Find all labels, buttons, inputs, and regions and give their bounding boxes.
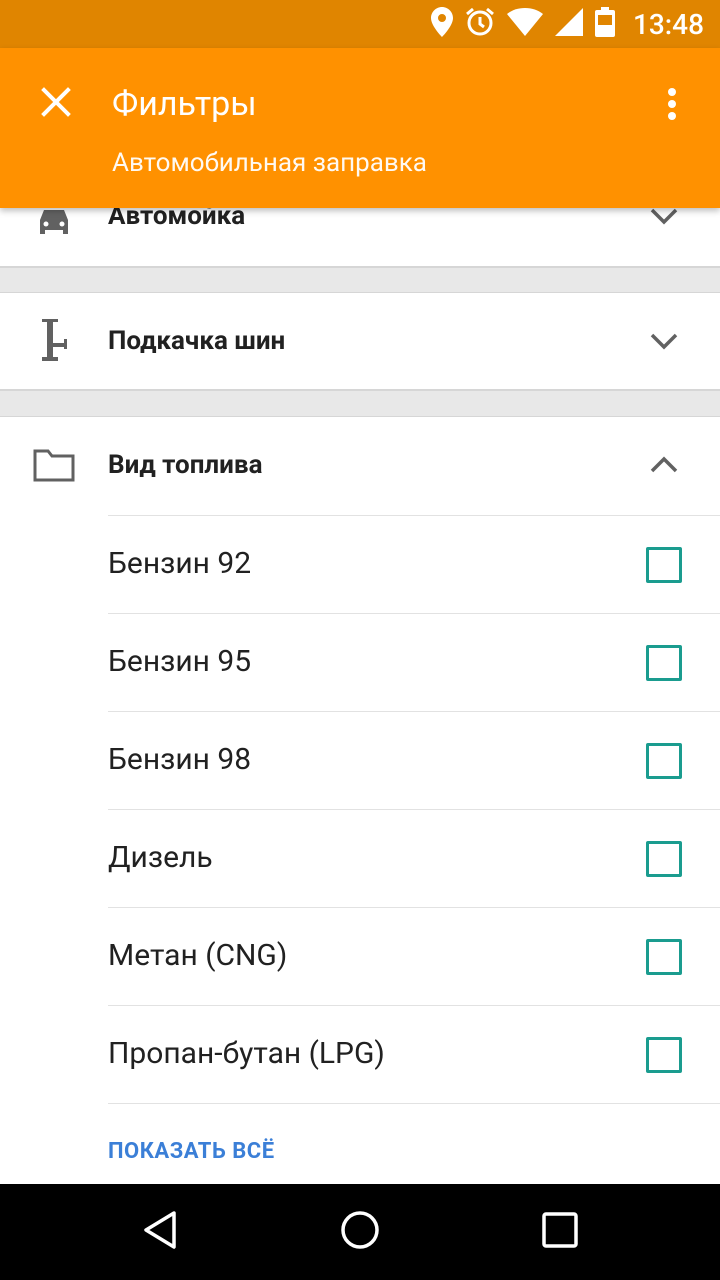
recents-button[interactable] <box>528 1200 592 1264</box>
fuel-option-label: Дизель <box>108 840 213 875</box>
tire-pump-icon <box>30 313 78 369</box>
back-button[interactable] <box>128 1200 192 1264</box>
back-triangle-icon <box>142 1210 178 1254</box>
location-icon <box>430 7 453 41</box>
fuel-option-checkbox[interactable] <box>646 743 682 779</box>
filter-header-tire-pump[interactable]: Подкачка шин <box>0 293 720 389</box>
system-nav-bar <box>0 1184 720 1280</box>
divider <box>108 1103 720 1105</box>
chevron-down-icon <box>648 208 680 230</box>
status-bar: 13:48 <box>0 0 720 48</box>
fuel-option-benzin-92[interactable]: Бензин 92 <box>108 515 720 613</box>
battery-icon <box>594 7 615 41</box>
chevron-down-icon <box>648 327 680 355</box>
signal-icon <box>554 8 583 40</box>
fuel-option-cng[interactable]: Метан (CNG) <box>108 907 720 1005</box>
fuel-option-benzin-98[interactable]: Бензин 98 <box>108 711 720 809</box>
fuel-option-checkbox[interactable] <box>646 1037 682 1073</box>
fuel-option-label: Бензин 98 <box>108 742 252 777</box>
filter-label-fuel-type: Вид топлива <box>108 450 263 480</box>
fuel-option-label: Пропан-бутан (LPG) <box>108 1036 385 1071</box>
fuel-option-checkbox[interactable] <box>646 939 682 975</box>
fuel-option-label: Бензин 92 <box>108 546 252 581</box>
page-subtitle: Автомобильная заправка <box>112 148 427 178</box>
app-bar: Фильтры Автомобильная заправка <box>0 48 720 208</box>
recents-square-icon <box>542 1212 578 1252</box>
car-wash-icon <box>30 208 78 244</box>
filter-list: Автомойка Подкачка шин Вид топлива Бензи… <box>0 208 720 1184</box>
more-vert-icon <box>667 88 677 124</box>
page-title: Фильтры <box>112 84 257 124</box>
fuel-option-checkbox[interactable] <box>646 547 682 583</box>
filter-card-fuel-type: Вид топлива Бензин 92 Бензин 95 Бензин 9… <box>0 416 720 1184</box>
wifi-icon <box>506 8 543 40</box>
fuel-option-lpg[interactable]: Пропан-бутан (LPG) <box>108 1005 720 1103</box>
more-options-button[interactable] <box>644 78 700 134</box>
close-button[interactable] <box>24 72 88 136</box>
status-time: 13:48 <box>632 7 704 41</box>
fuel-option-label: Бензин 95 <box>108 644 252 679</box>
filter-card-car-wash: Автомойка <box>0 208 720 268</box>
show-all-link[interactable]: ПОКАЗАТЬ ВСЁ <box>108 1139 275 1164</box>
fuel-option-diesel[interactable]: Дизель <box>108 809 720 907</box>
fuel-option-checkbox[interactable] <box>646 841 682 877</box>
folder-icon <box>30 437 78 493</box>
filter-label-car-wash: Автомойка <box>108 208 246 231</box>
filter-card-tire-pump: Подкачка шин <box>0 292 720 391</box>
fuel-option-label: Метан (CNG) <box>108 938 288 973</box>
status-icons: 13:48 <box>430 0 704 48</box>
home-button[interactable] <box>328 1200 392 1264</box>
filter-header-car-wash[interactable]: Автомойка <box>0 208 720 264</box>
filter-header-fuel-type[interactable]: Вид топлива <box>0 417 720 513</box>
chevron-up-icon <box>648 451 680 479</box>
fuel-option-benzin-95[interactable]: Бензин 95 <box>108 613 720 711</box>
alarm-icon <box>465 7 495 41</box>
home-circle-icon <box>340 1210 380 1254</box>
filter-label-tire-pump: Подкачка шин <box>108 326 286 356</box>
close-icon <box>41 87 71 121</box>
fuel-option-checkbox[interactable] <box>646 645 682 681</box>
